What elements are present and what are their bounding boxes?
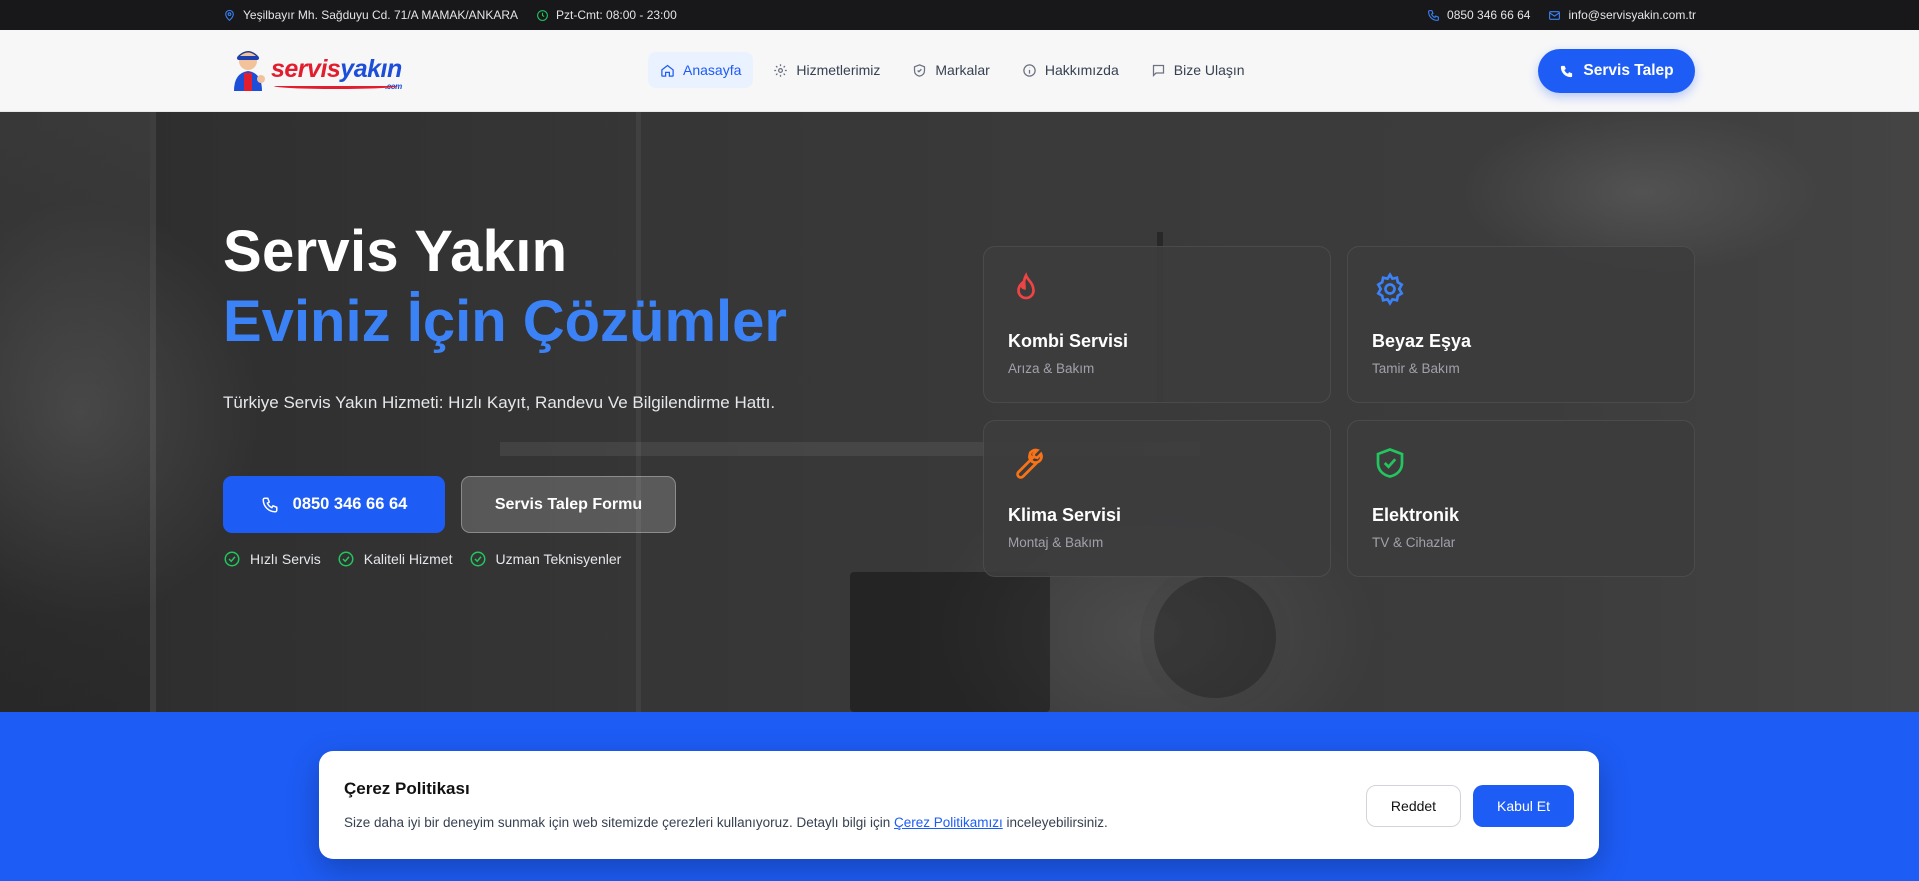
service-card-title: Klima Servisi: [1008, 505, 1122, 525]
wrench-icon: [1016, 448, 1043, 479]
cookie-reject-button[interactable]: Reddet: [1366, 785, 1461, 827]
service-card-subtitle: Arıza & Bakım: [1008, 361, 1095, 376]
brand-part2: yakın: [340, 54, 402, 83]
phone-button-label: 0850 346 66 64: [292, 495, 408, 513]
mascot-logo-icon: [228, 47, 268, 91]
cookie-policy-link[interactable]: Çerez Politikamızı: [894, 815, 1003, 830]
check-circle-icon: [338, 551, 354, 567]
service-card-title: Elektronik: [1372, 505, 1460, 525]
logo-swoosh: [274, 83, 398, 89]
clock-icon: [537, 9, 548, 21]
chat-icon: [1152, 64, 1164, 77]
nav-label: Markalar: [935, 62, 990, 78]
hero-phone-button[interactable]: 0850 346 66 64: [223, 476, 445, 533]
map-pin-icon: [225, 9, 234, 21]
feature-check-label: Kaliteli Hizmet: [363, 551, 453, 567]
service-card-subtitle: TV & Cihazlar: [1372, 535, 1456, 550]
nav-label: Anasayfa: [683, 62, 742, 78]
home-icon: [661, 64, 674, 77]
feature-check-item: Kaliteli Hizmet: [337, 550, 453, 568]
topbar-phone-text: 0850 346 66 64: [1447, 8, 1531, 22]
shield-icon: [914, 63, 926, 77]
top-info-bar: Yeşilbayır Mh. Sağduyu Cd. 71/A MAMAK/AN…: [0, 0, 1919, 30]
topbar-phone-link[interactable]: 0850 346 66 64: [1427, 8, 1530, 22]
service-card-beyaz-esya[interactable]: Beyaz Eşya Tamir & Bakım: [1347, 246, 1695, 403]
check-circle-icon: [470, 551, 485, 567]
hero-bg-decoration: [1140, 562, 1290, 712]
brand-part1: servis: [271, 54, 341, 83]
gear-icon: [1376, 272, 1404, 306]
servis-talep-formu-button[interactable]: Servis Talep Formu: [461, 476, 676, 533]
feature-checks: Hızlı Servis Kaliteli Hizmet Uzman Tekni…: [223, 550, 621, 568]
hours-item: Pzt-Cmt: 08:00 - 23:00: [536, 8, 677, 22]
gear-icon: [774, 63, 788, 77]
hero-section: Servis Yakın Eviniz İçin Çözümler Türkiy…: [0, 112, 1919, 712]
service-card-title: Kombi Servisi: [1008, 331, 1129, 351]
cookie-text-after: inceleyebilirsiniz.: [1002, 815, 1108, 830]
address-text: Yeşilbayır Mh. Sağduyu Cd. 71/A MAMAK/AN…: [243, 8, 519, 22]
service-card-klima[interactable]: Klima Servisi Montaj & Bakım: [983, 420, 1331, 577]
hours-text: Pzt-Cmt: 08:00 - 23:00: [556, 8, 677, 22]
nav-item-hizmetlerimiz[interactable]: Hizmetlerimiz: [761, 52, 892, 88]
address-item: Yeşilbayır Mh. Sağduyu Cd. 71/A MAMAK/AN…: [223, 8, 518, 22]
nav-label: Hakkımızda: [1044, 62, 1119, 78]
service-card-title: Beyaz Eşya: [1372, 331, 1472, 351]
check-circle-icon: [224, 551, 240, 567]
feature-check-item: Uzman Teknisyenler: [469, 550, 622, 568]
nav-item-hakkimizda[interactable]: Hakkımızda: [1010, 52, 1131, 88]
cookie-title: Çerez Politikası: [344, 779, 470, 798]
phone-icon: [1428, 9, 1439, 21]
hero-title-accent: Eviniz İçin Çözümler: [223, 289, 787, 354]
service-card-elektronik[interactable]: Elektronik TV & Cihazlar: [1347, 420, 1695, 577]
feature-check-label: Uzman Teknisyenler: [495, 551, 622, 567]
servis-talep-button[interactable]: Servis Talep: [1538, 49, 1695, 93]
nav-label: Bize Ulaşın: [1173, 62, 1245, 78]
shield-check-icon: [1376, 448, 1404, 478]
nav-item-markalar[interactable]: Markalar: [900, 52, 1001, 88]
phone-icon: [1561, 65, 1573, 77]
service-cards: Kombi Servisi Arıza & Bakım Beyaz Eşya T…: [983, 246, 1695, 577]
hero-bg-decoration: [850, 572, 1050, 712]
service-card-subtitle: Tamir & Bakım: [1372, 361, 1460, 376]
phone-icon: [262, 497, 278, 513]
cookie-text-before: Size daha iyi bir deneyim sunmak için we…: [344, 815, 894, 830]
flame-icon: [1017, 272, 1035, 300]
mail-icon: [1549, 10, 1561, 20]
feature-check-label: Hızlı Servis: [250, 551, 321, 567]
cookie-banner: Çerez Politikası Size daha iyi bir deney…: [319, 751, 1599, 859]
main-nav: Anasayfa Hizmetlerimiz Markalar Hakkımız…: [648, 52, 1257, 88]
nav-label: Hizmetlerimiz: [796, 62, 881, 78]
topbar-email-link[interactable]: info@servisyakin.com.tr: [1548, 8, 1696, 22]
hero-bg-decoration: [150, 112, 156, 712]
hero-title: Servis Yakın: [223, 219, 568, 284]
brand-wordmark: servisyakın .com: [271, 54, 402, 90]
hero-subtitle: Türkiye Servis Yakın Hizmeti: Hızlı Kayı…: [223, 393, 776, 412]
feature-check-item: Hızlı Servis: [223, 550, 321, 568]
cta-label: Servis Talep: [1583, 62, 1674, 79]
service-card-kombi[interactable]: Kombi Servisi Arıza & Bakım: [983, 246, 1331, 403]
topbar-email-text: info@servisyakin.com.tr: [1568, 8, 1696, 22]
site-logo[interactable]: servisyakın .com: [228, 47, 402, 91]
hero-bg-decoration: [0, 112, 150, 712]
site-header: servisyakın .com Anasayfa Hizmetlerimiz …: [0, 30, 1919, 112]
service-card-subtitle: Montaj & Bakım: [1008, 535, 1104, 550]
nav-item-bize-ulasin[interactable]: Bize Ulaşın: [1139, 52, 1257, 88]
form-button-label: Servis Talep Formu: [494, 495, 643, 513]
cookie-accept-button[interactable]: Kabul Et: [1473, 785, 1574, 827]
cookie-text: Size daha iyi bir deneyim sunmak için we…: [344, 815, 1108, 830]
nav-item-anasayfa[interactable]: Anasayfa: [648, 52, 754, 88]
info-icon: [1023, 63, 1036, 77]
